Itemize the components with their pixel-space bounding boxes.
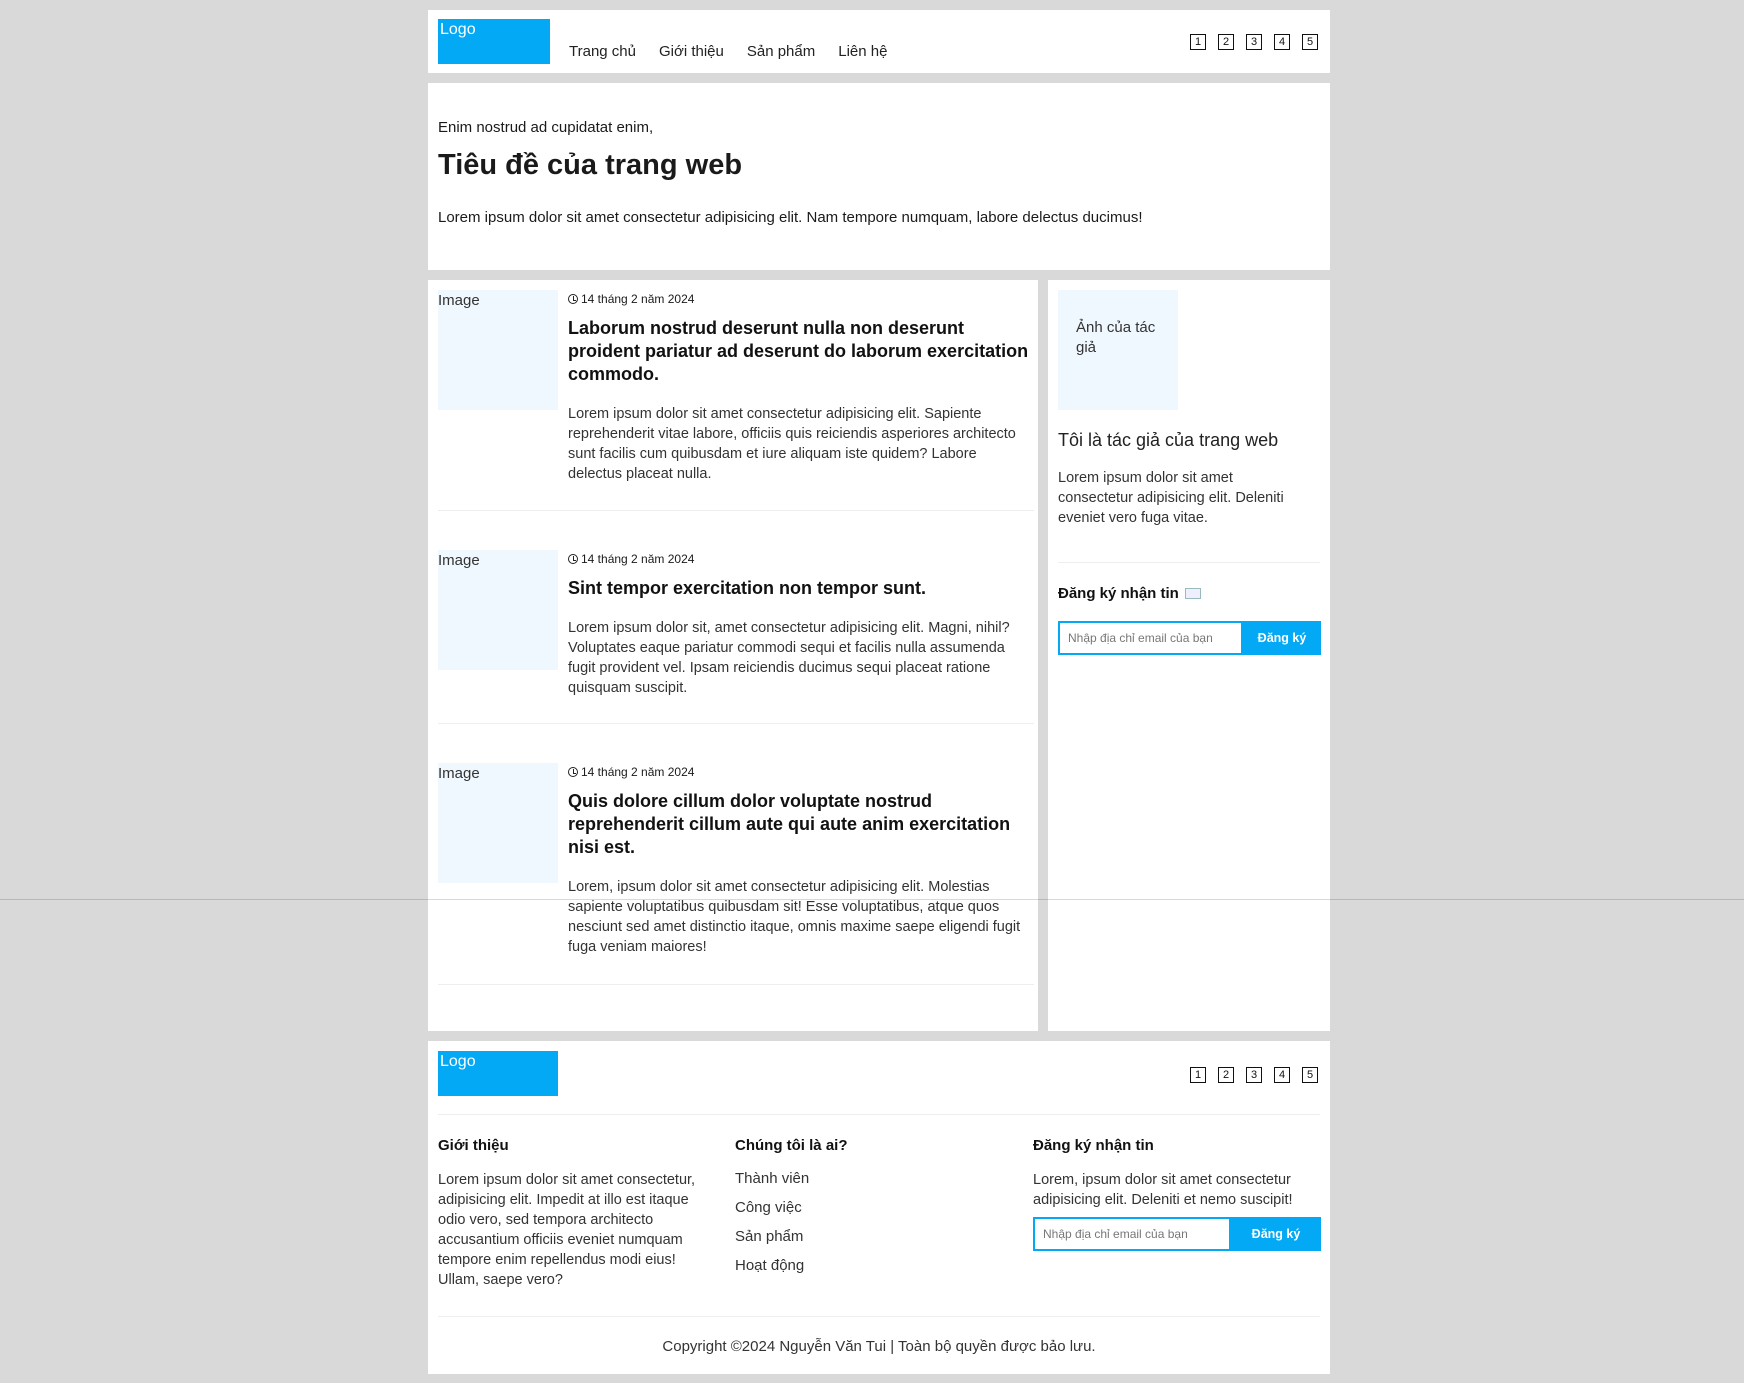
post-date: 14 tháng 2 năm 2024 bbox=[568, 292, 1034, 306]
number-1-icon[interactable]: 1 bbox=[1190, 34, 1206, 50]
sidebar-subscribe-title-text: Đăng ký nhận tin bbox=[1058, 585, 1179, 602]
clock-icon bbox=[568, 554, 578, 564]
footer-email-input[interactable] bbox=[1033, 1217, 1231, 1251]
footer-about-title: Giới thiệu bbox=[438, 1137, 509, 1154]
number-3-icon[interactable]: 3 bbox=[1246, 1067, 1262, 1083]
number-3-icon[interactable]: 3 bbox=[1246, 34, 1262, 50]
sidebar-subscribe-form: Đăng ký bbox=[1058, 621, 1321, 655]
post-title[interactable]: Sint tempor exercitation non tempor sunt… bbox=[568, 577, 1034, 600]
footer-subscribe-title: Đăng ký nhận tin bbox=[1033, 1137, 1154, 1154]
post-divider bbox=[438, 984, 1034, 985]
footer-who-links: Thành viên Công việc Sản phẩm Hoạt động bbox=[735, 1170, 809, 1286]
nav-item-home[interactable]: Trang chủ bbox=[569, 43, 636, 60]
footer-who-title: Chúng tôi là ai? bbox=[735, 1137, 848, 1154]
clock-icon bbox=[568, 294, 578, 304]
hero-eyebrow: Enim nostrud ad cupidatat enim, bbox=[438, 119, 654, 136]
author-description: Lorem ipsum dolor sit amet consectetur a… bbox=[1058, 470, 1284, 526]
post-excerpt: Lorem ipsum dolor sit, amet consectetur … bbox=[568, 620, 1010, 696]
main-nav: Trang chủ Giới thiệu Sản phẩm Liên hệ bbox=[569, 43, 910, 60]
footer-link-jobs[interactable]: Công việc bbox=[735, 1199, 809, 1228]
footer-subscribe-text: Lorem, ipsum dolor sit amet consectetur … bbox=[1033, 1172, 1293, 1208]
post-title[interactable]: Quis dolore cillum dolor voluptate nostr… bbox=[568, 790, 1034, 859]
number-4-icon[interactable]: 4 bbox=[1274, 1067, 1290, 1083]
post-date-text: 14 tháng 2 năm 2024 bbox=[581, 292, 695, 306]
number-4-icon[interactable]: 4 bbox=[1274, 34, 1290, 50]
number-2-icon[interactable]: 2 bbox=[1218, 1067, 1234, 1083]
post-date: 14 tháng 2 năm 2024 bbox=[568, 552, 1034, 566]
author-image: Ảnh của tác giả bbox=[1058, 290, 1178, 410]
post-excerpt: Lorem, ipsum dolor sit amet consectetur … bbox=[568, 879, 1021, 955]
number-1-icon[interactable]: 1 bbox=[1190, 1067, 1206, 1083]
footer-about-text: Lorem ipsum dolor sit amet consectetur, … bbox=[438, 1172, 696, 1288]
sidebar-subscribe-title: Đăng ký nhận tin bbox=[1058, 585, 1201, 602]
nav-item-products[interactable]: Sản phẩm bbox=[747, 43, 815, 60]
header-icon-list: 1 2 3 4 5 bbox=[1190, 34, 1318, 50]
clock-icon bbox=[568, 767, 578, 777]
footer-subscribe-button[interactable]: Đăng ký bbox=[1231, 1217, 1321, 1251]
post-excerpt: Lorem ipsum dolor sit amet consectetur a… bbox=[568, 406, 1016, 482]
post-date-text: 14 tháng 2 năm 2024 bbox=[581, 765, 695, 779]
post-body: 14 tháng 2 năm 2024 Quis dolore cillum d… bbox=[568, 763, 1034, 957]
post-title[interactable]: Laborum nostrud deserunt nulla non deser… bbox=[568, 317, 1034, 386]
post-date: 14 tháng 2 năm 2024 bbox=[568, 765, 1034, 779]
sidebar-email-input[interactable] bbox=[1058, 621, 1243, 655]
post-date-text: 14 tháng 2 năm 2024 bbox=[581, 552, 695, 566]
sidebar-subscribe-button[interactable]: Đăng ký bbox=[1243, 621, 1321, 655]
sidebar-divider bbox=[1058, 562, 1320, 563]
post-body: 14 tháng 2 năm 2024 Sint tempor exercita… bbox=[568, 550, 1034, 698]
number-5-icon[interactable]: 5 bbox=[1302, 34, 1318, 50]
site-footer: Logo 1 2 3 4 5 Giới thiệu Lorem ipsum do… bbox=[428, 1041, 1330, 1374]
post-image[interactable]: Image bbox=[438, 550, 558, 670]
envelope-icon bbox=[1184, 588, 1201, 599]
footer-link-members[interactable]: Thành viên bbox=[735, 1170, 809, 1199]
posts-list: Image 14 tháng 2 năm 2024 Laborum nostru… bbox=[428, 280, 1038, 1031]
footer-subscribe-form: Đăng ký bbox=[1033, 1217, 1321, 1251]
nav-item-contact[interactable]: Liên hệ bbox=[838, 43, 887, 60]
number-2-icon[interactable]: 2 bbox=[1218, 34, 1234, 50]
screen-line bbox=[0, 899, 1744, 900]
author-title: Tôi là tác giả của trang web bbox=[1058, 430, 1279, 450]
sidebar: Ảnh của tác giả Tôi là tác giả của trang… bbox=[1048, 280, 1330, 1031]
hero-description: Lorem ipsum dolor sit amet consectetur a… bbox=[438, 209, 1143, 226]
post-item: Image 14 tháng 2 năm 2024 Laborum nostru… bbox=[438, 290, 1034, 520]
footer-link-activities[interactable]: Hoạt động bbox=[735, 1257, 809, 1286]
copyright-text: Copyright ©2024 Nguyễn Văn Tui | Toàn bộ… bbox=[662, 1338, 1096, 1355]
post-divider bbox=[438, 510, 1034, 511]
footer-divider bbox=[438, 1114, 1320, 1115]
footer-icon-list: 1 2 3 4 5 bbox=[1190, 1067, 1318, 1083]
post-divider bbox=[438, 723, 1034, 724]
footer-divider bbox=[438, 1316, 1320, 1317]
hero-section: Enim nostrud ad cupidatat enim, Tiêu đề … bbox=[428, 83, 1330, 270]
post-body: 14 tháng 2 năm 2024 Laborum nostrud dese… bbox=[568, 290, 1034, 484]
post-item: Image 14 tháng 2 năm 2024 Sint tempor ex… bbox=[438, 550, 1034, 730]
header-logo[interactable]: Logo bbox=[438, 19, 550, 64]
post-image[interactable]: Image bbox=[438, 763, 558, 883]
nav-item-about[interactable]: Giới thiệu bbox=[659, 43, 724, 60]
number-5-icon[interactable]: 5 bbox=[1302, 1067, 1318, 1083]
footer-link-products[interactable]: Sản phẩm bbox=[735, 1228, 809, 1257]
site-header: Logo Trang chủ Giới thiệu Sản phẩm Liên … bbox=[428, 10, 1330, 73]
page-title: Tiêu đề của trang web bbox=[438, 149, 743, 181]
post-image[interactable]: Image bbox=[438, 290, 558, 410]
post-item: Image 14 tháng 2 năm 2024 Quis dolore ci… bbox=[438, 763, 1034, 993]
footer-logo[interactable]: Logo bbox=[438, 1051, 558, 1096]
